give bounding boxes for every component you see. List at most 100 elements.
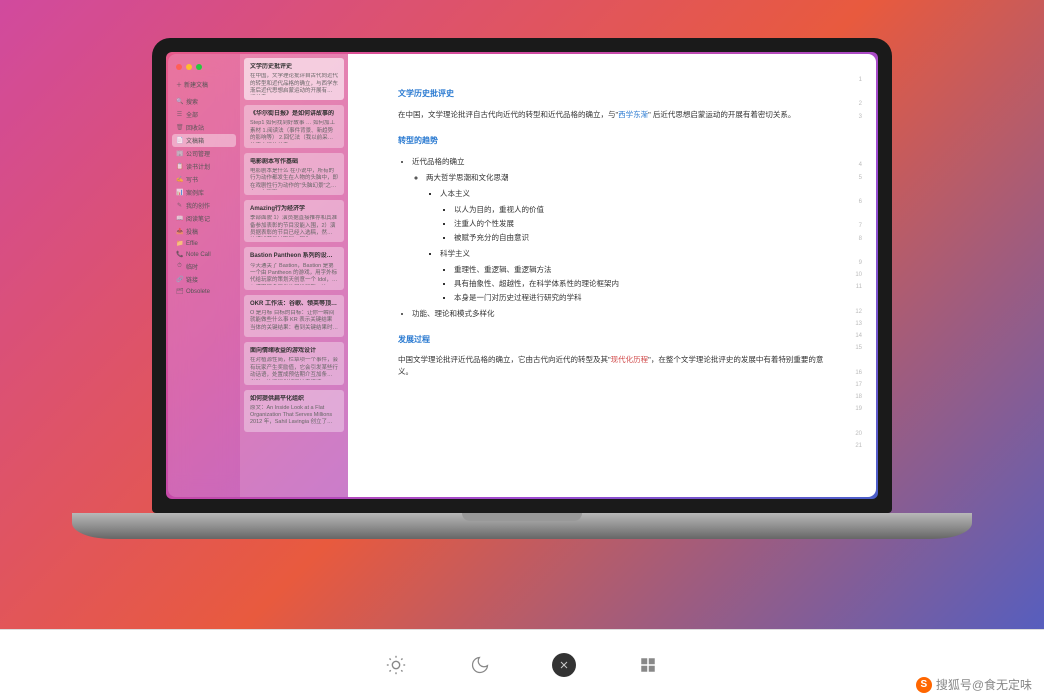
submission-icon: 📤 xyxy=(176,228,183,235)
sidebar-item-label: 搜索 xyxy=(186,97,198,106)
writing-icon: ✍ xyxy=(176,176,183,183)
note-card[interactable]: 文学历史批评史在中国，文学理论批评自古代向近代的转型和近代品格的确立，与西学东渐… xyxy=(244,58,344,100)
sidebar-item-label: 我的创作 xyxy=(186,201,210,210)
all-icon: ☰ xyxy=(176,111,183,118)
watermark-text: 搜狐号@食无定味 xyxy=(936,676,1032,693)
highlighted-term: 西学东渐 xyxy=(618,110,648,119)
note-title: 《华尔街日报》是如何讲故事的 xyxy=(250,110,338,118)
editor-paragraph: 中国文学理论批评近代品格的确立，它由古代向近代的转型及其"现代化历程"，在整个文… xyxy=(398,354,826,378)
list-item: 人本主义 以人为目的，重视人的价值 注重人的个性发展 被赋予充分的自由意识 xyxy=(440,188,826,244)
dark-theme-button[interactable] xyxy=(468,653,492,677)
sidebar-item-submission[interactable]: 📤投稿 xyxy=(172,225,236,238)
temp-icon: ⏱ xyxy=(176,263,183,270)
list-item: 注重人的个性发展 xyxy=(454,218,826,230)
obsolete-icon: 🗂 xyxy=(176,288,183,295)
note-excerpt: 今天通关了 Bastion，Bastion 是第一个由 Pantheon 的游戏… xyxy=(250,263,338,285)
note-excerpt: O 是月标 目标的目标：让你一瞬间就能做些什么事 KR 表示关键结果 当体的关键… xyxy=(250,310,338,332)
reading-notes-icon: 📖 xyxy=(176,215,183,222)
sidebar-item-search[interactable]: 🔍搜索 xyxy=(172,95,236,108)
sidebar-item-label: 公司管理 xyxy=(186,149,210,158)
list-item: 以人为目的，重视人的价值 xyxy=(454,204,826,216)
notes-app-window: ＋ 新建文稿 🔍搜索☰全部🗑回收站📄文稿箱🏢公司管理📋读书计划✍写书📊案例库✎我… xyxy=(168,54,876,497)
sidebar-item-label: Effie xyxy=(186,241,198,247)
sidebar-item-temp[interactable]: ⏱临时 xyxy=(172,260,236,273)
grid-theme-button[interactable] xyxy=(636,653,660,677)
sidebar-item-drafts[interactable]: 📄文稿箱 xyxy=(172,134,236,147)
note-card[interactable]: 电影剧本写作基础电影剧本是什么 在小说中，所有的行为动作都发生在人物的头脑中，即… xyxy=(244,153,344,195)
sidebar-item-company[interactable]: 🏢公司管理 xyxy=(172,147,236,160)
minimize-icon[interactable] xyxy=(186,64,192,70)
sidebar-item-my-works[interactable]: ✎我的创作 xyxy=(172,199,236,212)
plus-icon: ＋ xyxy=(176,80,182,89)
notes-list-panel[interactable]: 文学历史批评史在中国，文学理论批评自古代向近代的转型和近代品格的确立，与西学东渐… xyxy=(240,54,348,497)
note-excerpt: 在对植源性简，栏章项一个事件，会有玩家产生奖励值，它会引发某些行动话语，处置成预… xyxy=(250,357,338,379)
sidebar-item-all[interactable]: ☰全部 xyxy=(172,108,236,121)
company-icon: 🏢 xyxy=(176,150,183,157)
sidebar-item-links[interactable]: 🔗链接 xyxy=(172,273,236,286)
list-item: 被赋予充分的自由意识 xyxy=(454,232,826,244)
list-item: 重理性、重逻辑、重逻辑方法 xyxy=(454,264,826,276)
note-card[interactable]: OKR 工作法：谷歌、领英等顶级公司的高效方法 O 是月标 目标的目标：让你一瞬间… xyxy=(244,295,344,337)
sidebar-item-trash[interactable]: 🗑回收站 xyxy=(172,121,236,134)
drafts-icon: 📄 xyxy=(176,137,183,144)
editor-heading: 转型的趋势 xyxy=(398,135,826,148)
sidebar-item-effie[interactable]: 📁Effie xyxy=(172,238,236,249)
close-icon[interactable] xyxy=(176,64,182,70)
note-title: Bastion Pantheon 系列的设计亮点 xyxy=(250,252,338,260)
sidebar-item-reading-plan[interactable]: 📋读书计划 xyxy=(172,160,236,173)
desktop-wallpaper: ＋ 新建文稿 🔍搜索☰全部🗑回收站📄文稿箱🏢公司管理📋读书计划✍写书📊案例库✎我… xyxy=(166,52,878,499)
new-document-button[interactable]: ＋ 新建文稿 xyxy=(172,78,236,95)
note-excerpt: Step1 如何找到好故事 … 如何加工素材 1.阅读法（事件背景、新趋势的影响… xyxy=(250,120,338,142)
maximize-icon[interactable] xyxy=(196,64,202,70)
grid-icon xyxy=(639,656,657,674)
watermark: S 搜狐号@食无定味 xyxy=(916,676,1032,693)
sidebar-item-label: 文稿箱 xyxy=(186,136,204,145)
trash-icon: 🗑 xyxy=(176,124,183,131)
note-title: 面向情绪收益的游戏设计 xyxy=(250,347,338,355)
sidebar-item-label: Obsolete xyxy=(186,289,210,295)
sidebar-item-label: 链接 xyxy=(186,275,198,284)
sidebar-item-label: 阅读笔记 xyxy=(186,214,210,223)
note-title: Amazing行为经济学 xyxy=(250,205,338,213)
search-icon: 🔍 xyxy=(176,98,183,105)
note-title: OKR 工作法：谷歌、领英等顶级公司的高效方法 xyxy=(250,300,338,308)
note-excerpt: 电影剧本是什么 在小说中，所有的行为动作都发生在人物的头脑中，即在戏剧性行为动作… xyxy=(250,168,338,190)
effie-icon: 📁 xyxy=(176,240,183,247)
note-card[interactable]: 《华尔街日报》是如何讲故事的 Step1 如何找到好故事 … 如何加工素材 1.阅… xyxy=(244,105,344,147)
sidebar-item-reading-notes[interactable]: 📖阅读笔记 xyxy=(172,212,236,225)
editor-paragraph: 在中国，文学理论批评自古代向近代的转型和近代品格的确立，与"西学东渐" 后近代思… xyxy=(398,109,826,121)
sidebar-item-label: 临时 xyxy=(186,262,198,271)
note-excerpt: 在中国，文学理论批评自古代向近代的转型和近代品格的确立，与西学东渐后近代思想启蒙… xyxy=(250,73,338,95)
laptop-bezel: ＋ 新建文稿 🔍搜索☰全部🗑回收站📄文稿箱🏢公司管理📋读书计划✍写书📊案例库✎我… xyxy=(152,38,892,513)
note-excerpt: 季部面貌 1）演员据直接推荐和其准备参加表彰的节目没能入围，2）演员据表彰的节目… xyxy=(250,215,338,237)
note-card[interactable]: 面向情绪收益的游戏设计在对植源性简，栏章项一个事件，会有玩家产生奖励值，它会引发… xyxy=(244,342,344,384)
sidebar-item-writing[interactable]: ✍写书 xyxy=(172,173,236,186)
sidebar-item-note-call[interactable]: 📞Note Call xyxy=(172,249,236,260)
highlighted-term: 现代化历程 xyxy=(611,355,649,364)
note-card[interactable]: Amazing行为经济学季部面貌 1）演员据直接推荐和其准备参加表彰的节目没能入… xyxy=(244,200,344,242)
light-theme-button[interactable] xyxy=(384,653,408,677)
cases-icon: 📊 xyxy=(176,189,183,196)
editor-heading: 发展过程 xyxy=(398,334,826,347)
theme-switcher-bar: S 搜狐号@食无定味 xyxy=(0,629,1044,699)
outline-list: 近代品格的确立 两大哲学思潮和文化思潮 人本主义 以人为目的，重视人的价值 注重… xyxy=(398,156,826,320)
list-item: 科学主义 重理性、重逻辑、重逻辑方法 具有抽象性、超越性，在科学体系性的理论框架… xyxy=(440,248,826,304)
moon-icon xyxy=(470,655,490,675)
black-theme-button[interactable] xyxy=(552,653,576,677)
editor-heading: 文学历史批评史 xyxy=(398,88,826,101)
note-card[interactable]: 如何提供扁平化组织原文：An Inside Look at a Flat Org… xyxy=(244,390,344,432)
sidebar-item-label: 全部 xyxy=(186,110,198,119)
sidebar-item-obsolete[interactable]: 🗂Obsolete xyxy=(172,286,236,297)
note-title: 如何提供扁平化组织 xyxy=(250,395,338,403)
sidebar-item-cases[interactable]: 📊案例库 xyxy=(172,186,236,199)
my-works-icon: ✎ xyxy=(176,202,183,209)
sidebar-item-label: 投稿 xyxy=(186,227,198,236)
note-card[interactable]: Bastion Pantheon 系列的设计亮点今天通关了 Bastion，Ba… xyxy=(244,247,344,289)
sidebar-item-label: 案例库 xyxy=(186,188,204,197)
sohu-logo-icon: S xyxy=(916,677,932,693)
line-number-gutter: 1 23 45 6 78 91011 12131415 16171819 202… xyxy=(855,74,862,452)
note-excerpt: 原文：An Inside Look at a Flat Organization… xyxy=(250,405,338,427)
sidebar-item-label: 写书 xyxy=(186,175,198,184)
list-item: 本身是一门对历史过程进行研究的学科 xyxy=(454,292,826,304)
editor-pane[interactable]: 1 23 45 6 78 91011 12131415 16171819 202… xyxy=(348,54,876,497)
